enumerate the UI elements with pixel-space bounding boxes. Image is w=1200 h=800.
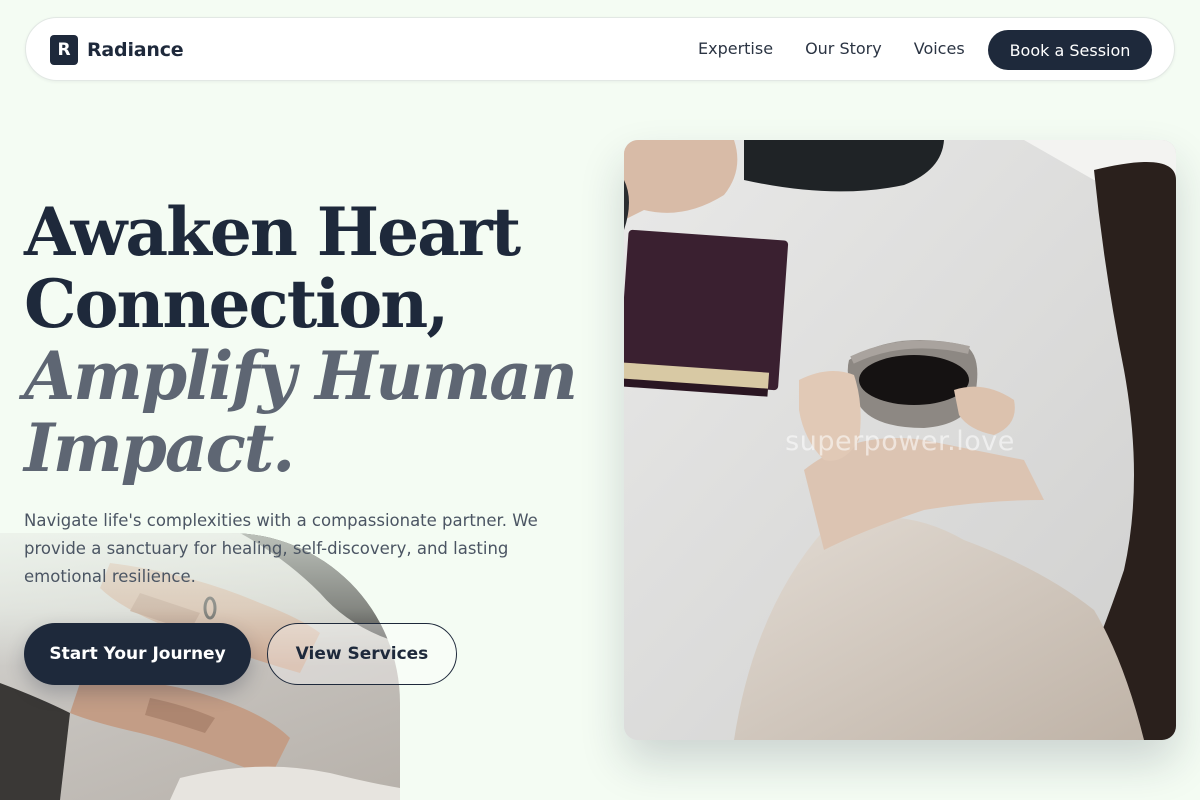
headline-line-2: Connection, [24,265,449,343]
image-watermark: superpower.love [785,426,1015,457]
brand-name: Radiance [87,39,184,61]
nav-link-expertise[interactable]: Expertise [698,39,773,58]
logo-mark-icon: R [50,35,78,65]
nav-link-voices[interactable]: Voices [914,39,965,58]
headline-line-3: Amplify Human [24,337,578,415]
brand-logo[interactable]: R Radiance [50,34,184,66]
nav-link-our-story[interactable]: Our Story [805,39,882,58]
book-session-button[interactable]: Book a Session [988,30,1152,70]
start-journey-button[interactable]: Start Your Journey [24,623,251,685]
headline-line-1: Awaken Heart [24,193,521,271]
hero-photo: superpower.love [624,140,1176,740]
view-services-button[interactable]: View Services [267,623,457,685]
top-navbar: R Radiance Expertise Our Story Voices Bo… [25,17,1175,81]
headline-line-4: Impact. [24,409,295,487]
hero-headline: Awaken Heart Connection, Amplify Human I… [24,193,578,487]
hero-description: Navigate life's complexities with a comp… [24,511,538,586]
nav-links: Expertise Our Story Voices [698,39,997,58]
